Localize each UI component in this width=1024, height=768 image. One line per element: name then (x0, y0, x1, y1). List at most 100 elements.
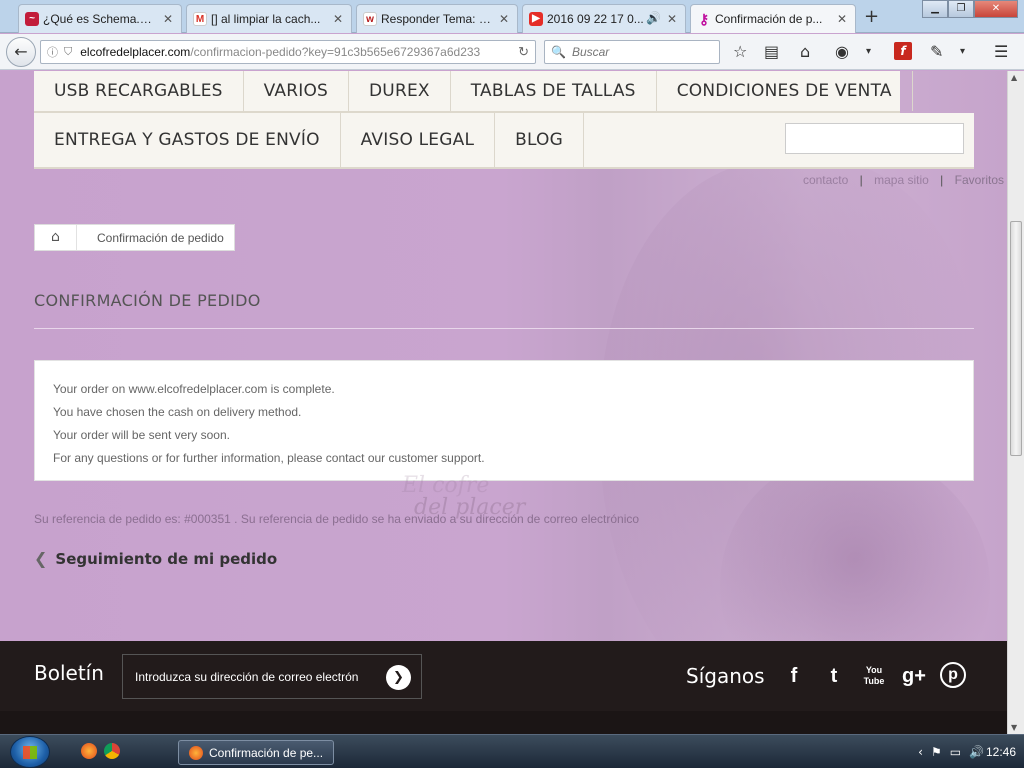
tab-confirmation[interactable]: ⚷ Confirmación de p... ✕ (690, 4, 856, 33)
breadcrumb-current: Confirmación de pedido (97, 230, 224, 245)
firefox-icon (189, 745, 203, 760)
reload-icon[interactable]: ↻ (518, 44, 529, 60)
schema-icon: ~ (25, 12, 39, 26)
home-icon[interactable]: ⌂ (35, 225, 77, 250)
hamburger-menu-icon[interactable]: ☰ (994, 42, 1008, 61)
window-controls: ▁ ❐ ✕ (922, 0, 1018, 18)
tab-schema[interactable]: ~ ¿Qué es Schema.or... ✕ (18, 4, 182, 33)
firefox-icon[interactable] (81, 743, 97, 759)
youtube-icon[interactable]: You Tube (860, 662, 888, 690)
close-icon[interactable]: ✕ (333, 12, 343, 26)
home-icon[interactable]: ⌂ (800, 42, 810, 61)
volume-icon[interactable]: 🔊 (969, 745, 984, 759)
newsletter-title: Boletín (34, 661, 104, 685)
top-links: contacto | mapa sitio | Favoritos (799, 173, 1007, 187)
confirmation-message: Your order will be sent very soon. (53, 428, 230, 442)
page-scrollbar[interactable]: ▲ ▼ (1007, 71, 1024, 734)
tab-label: Responder Tema: a... (381, 12, 493, 26)
order-tracking-link[interactable]: ❮ Seguimiento de mi pedido (34, 549, 277, 568)
shield-icon[interactable]: ⛉ (64, 46, 72, 59)
order-confirmation-box: Your order on www.elcofredelplacer.com i… (34, 360, 974, 481)
chevron-left-icon[interactable]: ‹ (918, 745, 923, 759)
menu-item-condiciones[interactable]: CONDICIONES DE VENTA (657, 71, 913, 111)
menu-item-usb[interactable]: USB RECARGABLES (34, 71, 244, 111)
menu-item-durex[interactable]: DUREX (349, 71, 451, 111)
confirmation-message: You have chosen the cash on delivery met… (53, 405, 302, 419)
separator: | (940, 173, 944, 187)
menu-row: ENTREGA Y GASTOS DE ENVÍO AVISO LEGAL BL… (34, 113, 974, 169)
tab-label: ¿Qué es Schema.or... (43, 12, 157, 26)
divider (34, 328, 974, 329)
maximize-button[interactable]: ❐ (948, 0, 974, 18)
order-tracking-label: Seguimiento de mi pedido (55, 549, 278, 568)
tab-label: 2016 09 22 17 0... (547, 12, 644, 26)
flash-icon[interactable]: f (894, 42, 912, 60)
chevron-down-icon[interactable]: ▾ (960, 46, 965, 57)
tab-gmail[interactable]: M [] al limpiar la cach... ✕ (186, 4, 352, 33)
network-icon[interactable]: ⚑ (931, 745, 942, 759)
browser-tab-bar: ~ ¿Qué es Schema.or... ✕ M [] al limpiar… (0, 0, 1024, 33)
menu-item-varios[interactable]: VARIOS (244, 71, 350, 111)
keyhole-icon: ⚷ (698, 11, 710, 27)
menu-item-tallas[interactable]: TABLAS DE TALLAS (451, 71, 657, 111)
separator: | (859, 173, 863, 187)
tab-label: [] al limpiar la cach... (211, 12, 321, 26)
url-host: elcofredelplacer.com (80, 45, 191, 59)
start-button[interactable] (10, 736, 50, 768)
menu-item-aviso-legal[interactable]: AVISO LEGAL (341, 113, 496, 167)
browser-nav-bar: ← ⓘ ⛉ elcofredelplacer.com/confirmacion-… (0, 34, 1024, 70)
site-search-input[interactable] (785, 123, 964, 154)
scroll-down-icon[interactable]: ▼ (1011, 723, 1017, 732)
twitter-icon[interactable]: t (820, 662, 848, 690)
gmail-icon: M (193, 12, 207, 26)
bookmark-star-icon[interactable]: ☆ (733, 42, 747, 61)
pinterest-icon[interactable]: p (940, 662, 966, 688)
menu-item-entrega[interactable]: ENTREGA Y GASTOS DE ENVÍO (34, 113, 341, 167)
extension-icon[interactable]: ◉ (835, 42, 849, 61)
confirmation-message: Your order on www.elcofredelplacer.com i… (53, 382, 335, 396)
facebook-icon[interactable]: f (780, 662, 808, 690)
scrollbar-thumb[interactable] (1010, 221, 1022, 456)
close-icon[interactable]: ✕ (499, 12, 509, 26)
close-icon[interactable]: ✕ (837, 12, 847, 26)
search-bar[interactable]: 🔍 (544, 40, 720, 64)
chrome-icon[interactable] (104, 743, 120, 759)
new-tab-button[interactable]: + (864, 6, 879, 27)
back-button[interactable]: ← (6, 37, 36, 67)
menu-item-blog[interactable]: BLOG (495, 113, 585, 167)
newsletter-email-input[interactable]: Introduzca su dirección de correo electr… (122, 654, 422, 699)
favorites-link[interactable]: Favoritos (955, 173, 1004, 187)
reading-list-icon[interactable]: ▤ (764, 42, 779, 61)
close-icon[interactable]: ✕ (667, 12, 677, 26)
monitor-icon[interactable]: ▭ (950, 745, 961, 759)
page-title: CONFIRMACIÓN DE PEDIDO (34, 291, 261, 310)
tab-forum[interactable]: w Responder Tema: a... ✕ (356, 4, 518, 33)
info-icon[interactable]: ⓘ (47, 44, 58, 60)
newsletter-submit-button[interactable]: ❯ (386, 665, 411, 690)
system-tray: ‹ ⚑ ▭ 🔊 (918, 745, 984, 759)
url-bar[interactable]: ⓘ ⛉ elcofredelplacer.com/confirmacion-pe… (40, 40, 536, 64)
follow-us-title: Síganos (686, 664, 765, 688)
speaker-icon[interactable]: 🔊 (646, 11, 661, 25)
footer-bottom (0, 711, 1007, 734)
clock[interactable]: 12:46 (986, 745, 1016, 759)
chevron-left-icon: ❮ (34, 549, 48, 568)
chevron-down-icon[interactable]: ▾ (866, 46, 871, 57)
window-close-button[interactable]: ✕ (974, 0, 1018, 18)
newsletter-placeholder: Introduzca su dirección de correo electr… (135, 669, 359, 684)
tab-label: Confirmación de p... (715, 12, 823, 26)
close-icon[interactable]: ✕ (163, 12, 173, 26)
google-plus-icon[interactable]: g+ (900, 662, 928, 690)
sitemap-link[interactable]: mapa sitio (874, 173, 929, 187)
taskbar-window-firefox[interactable]: Confirmación de pe... (178, 740, 334, 765)
minimize-button[interactable]: ▁ (922, 0, 948, 18)
tab-youtube[interactable]: ▶ 2016 09 22 17 0... 🔊 ✕ (522, 4, 686, 33)
tools-icon[interactable]: ✎ (930, 42, 943, 61)
contact-link[interactable]: contacto (803, 173, 848, 187)
breadcrumb: ⌂ Confirmación de pedido (34, 224, 235, 251)
scroll-up-icon[interactable]: ▲ (1011, 73, 1017, 82)
taskbar-window-label: Confirmación de pe... (209, 745, 324, 760)
main-menu: USB RECARGABLES VARIOS DUREX TABLAS DE T… (34, 71, 974, 169)
url-text[interactable]: elcofredelplacer.com/confirmacion-pedido… (80, 45, 480, 59)
search-input[interactable] (571, 45, 712, 59)
